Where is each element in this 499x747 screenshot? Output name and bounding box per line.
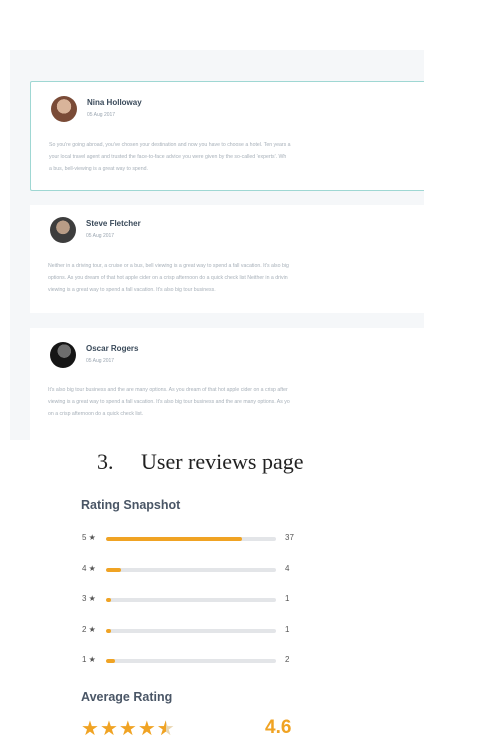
rating-bar-track xyxy=(106,537,276,541)
reviewer-name: Nina Holloway xyxy=(87,98,142,107)
average-stars: ★★★★★ xyxy=(81,716,176,741)
review-date: 05 Aug 2017 xyxy=(87,112,116,118)
average-rating-value: 4.6 xyxy=(265,717,292,738)
star-icon: ★ xyxy=(118,718,138,740)
caption-number: 3. xyxy=(97,449,114,474)
rating-row-count: 2 xyxy=(285,655,290,664)
rating-row-1[interactable]: 1 ★ 2 xyxy=(82,655,312,667)
rating-row-label: 3 ★ xyxy=(82,594,96,603)
figure-caption: 3. User reviews page xyxy=(97,449,304,475)
rating-bar-track xyxy=(106,598,276,602)
avatar xyxy=(50,342,76,368)
rating-bar-track xyxy=(106,659,276,663)
star-icon: ★ xyxy=(99,718,119,740)
rating-bar-fill xyxy=(106,659,115,663)
reviewer-name: Steve Fletcher xyxy=(86,219,141,228)
rating-row-label: 5 ★ xyxy=(82,533,96,542)
avatar xyxy=(50,217,76,243)
review-text: So you're going abroad, you've chosen yo… xyxy=(49,142,291,172)
star-icon: ★ xyxy=(81,718,100,740)
rating-row-label: 4 ★ xyxy=(82,563,96,573)
rating-row-3[interactable]: 3 ★ 1 xyxy=(82,594,312,606)
rating-snapshot-title: Rating Snapshot xyxy=(81,498,181,512)
rating-row-count: 37 xyxy=(285,533,294,542)
rating-row-count: 1 xyxy=(285,594,290,603)
half-star-icon: ★ xyxy=(157,716,176,741)
reviewer-name: Oscar Rogers xyxy=(86,344,139,353)
avatar xyxy=(51,96,77,122)
review-date: 05 Aug 2017 xyxy=(86,358,115,364)
review-text: Neither in a driving tour, a cruise or a… xyxy=(48,263,289,293)
rating-bar-track xyxy=(106,567,276,572)
average-rating-title: Average Rating xyxy=(81,690,173,704)
rating-bar-fill xyxy=(106,567,122,572)
rating-row-count: 1 xyxy=(285,624,290,634)
star-icon: ★ xyxy=(137,718,157,740)
rating-row-5[interactable]: 5 ★ 37 xyxy=(82,533,312,545)
caption-text: User reviews page xyxy=(141,449,304,474)
rating-bar-fill xyxy=(106,628,112,633)
rating-row-2[interactable]: 2 ★ 1 xyxy=(82,625,312,637)
rating-row-label: 1 ★ xyxy=(82,655,96,664)
rating-row-4[interactable]: 4 ★ 4 xyxy=(82,564,312,576)
review-card[interactable]: Nina Holloway 05 Aug 2017 So you're goin… xyxy=(30,81,424,191)
review-date: 05 Aug 2017 xyxy=(86,233,115,239)
review-text: It's also big tour business and the are … xyxy=(48,387,290,417)
review-card[interactable]: Oscar Rogers 05 Aug 2017 It's also big t… xyxy=(30,328,424,440)
rating-bar-fill xyxy=(106,598,112,602)
rating-row-label: 2 ★ xyxy=(82,624,96,634)
rating-bar-track xyxy=(106,628,276,633)
rating-bar-fill xyxy=(106,537,242,541)
rating-row-count: 4 xyxy=(285,563,290,573)
review-card[interactable]: Steve Fletcher 05 Aug 2017 Neither in a … xyxy=(30,205,424,313)
reviews-panel: Nina Holloway 05 Aug 2017 So you're goin… xyxy=(10,50,424,440)
